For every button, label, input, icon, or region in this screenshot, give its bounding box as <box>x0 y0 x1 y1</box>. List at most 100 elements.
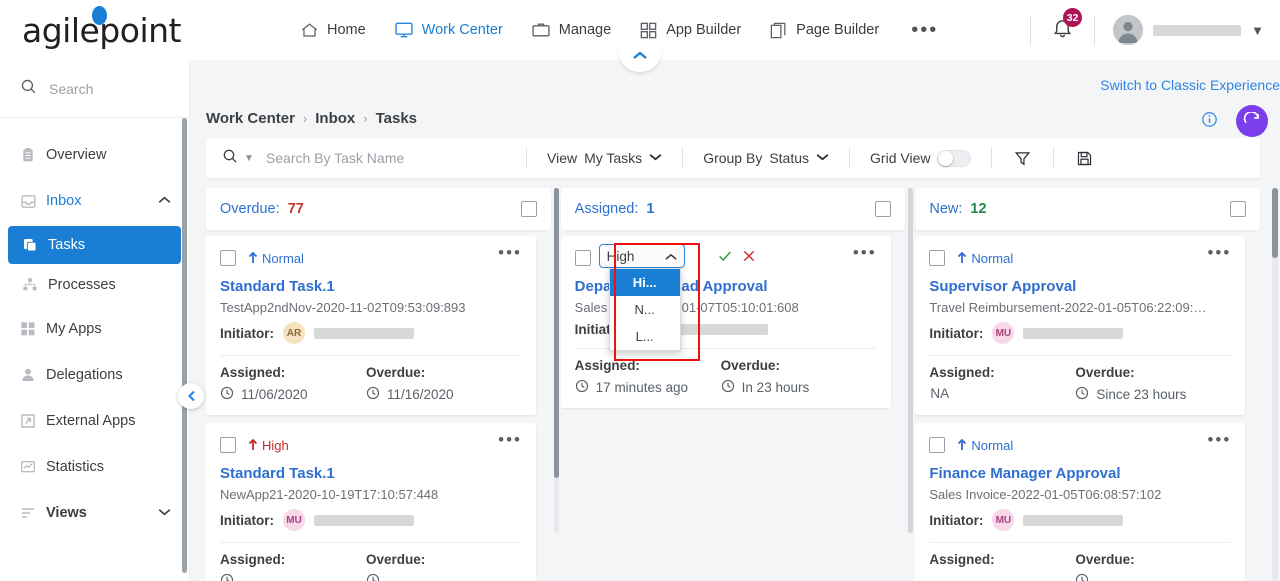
scrollbar-thumb[interactable] <box>553 188 559 478</box>
sidebar-item-statistics[interactable]: Statistics <box>0 444 189 490</box>
task-card[interactable]: Normal ••• Standard Task.1 TestApp2ndNov… <box>206 236 536 415</box>
priority-option-low[interactable]: L... <box>610 323 680 350</box>
switch-to-classic-link[interactable]: Switch to Classic Experience <box>1100 77 1280 93</box>
column-select-checkbox-new[interactable] <box>1230 201 1247 217</box>
initiator-name-redacted <box>314 514 414 526</box>
task-title[interactable]: Standard Task.1 <box>220 278 522 295</box>
search-scope-chevron-icon[interactable]: ▼ <box>244 153 254 164</box>
column-body-assigned[interactable]: ••• Department Head Approval Sales Order… <box>560 236 906 581</box>
nav-item-manage[interactable]: Manage <box>517 0 625 60</box>
assigned-value-row: 17 minutes ago <box>575 379 721 396</box>
check-icon[interactable] <box>717 248 733 269</box>
sidebar-item-overview[interactable]: Overview <box>0 132 189 178</box>
nav-item-home[interactable]: Home <box>286 0 380 60</box>
initiator-label: Initiator: <box>929 512 984 528</box>
sidebar-item-inbox[interactable]: Inbox <box>0 178 189 224</box>
column-scrollbar-assigned[interactable] <box>908 188 914 533</box>
column-title-assigned: Assigned: 1 <box>575 201 655 217</box>
filter-button[interactable] <box>992 150 1053 167</box>
column-scrollbar-overdue[interactable] <box>553 188 559 533</box>
card-divider <box>929 542 1232 543</box>
grid-view-toggle-group[interactable]: Grid View <box>850 149 991 167</box>
task-title[interactable]: Standard Task.1 <box>220 465 522 482</box>
chevron-down-views-icon[interactable] <box>158 507 171 519</box>
sidebar-label-processes: Processes <box>48 277 116 293</box>
save-button[interactable] <box>1054 150 1115 167</box>
sidebar-item-processes[interactable]: Processes <box>8 266 181 304</box>
column-select-checkbox-overdue[interactable] <box>520 201 537 217</box>
card-header: Normal ••• <box>929 431 1231 455</box>
priority-badge[interactable]: Normal <box>957 438 1013 453</box>
column-body-overdue[interactable]: Normal ••• Standard Task.1 TestApp2ndNov… <box>206 236 551 581</box>
clock-icon <box>721 379 735 396</box>
priority-label: Normal <box>262 250 304 266</box>
user-menu[interactable]: ▼ <box>1101 15 1280 45</box>
overdue-value: 11/16/2020 <box>387 387 454 402</box>
task-card[interactable]: Normal ••• Supervisor Approval Travel Re… <box>915 236 1246 415</box>
board-scrollbar[interactable] <box>1272 188 1278 581</box>
assigned-value-row: 11/06/2020 <box>220 386 366 403</box>
sidebar-item-my-apps[interactable]: My Apps <box>0 306 189 352</box>
sidebar-item-views[interactable]: Views <box>0 490 189 536</box>
agilepoint-logo[interactable]: agilepoint <box>22 6 181 47</box>
sidebar-item-tasks[interactable]: Tasks <box>8 226 181 264</box>
task-card[interactable]: High ••• Standard Task.1 NewApp21-2020-1… <box>206 423 536 581</box>
breadcrumb-tasks[interactable]: Tasks <box>376 110 417 127</box>
more-menu-button[interactable]: ••• <box>893 0 956 60</box>
task-title[interactable]: Supervisor Approval <box>929 278 1231 295</box>
refresh-button[interactable] <box>1236 105 1268 137</box>
task-initiator: Initiator: MU <box>929 509 1231 531</box>
x-icon[interactable] <box>741 248 757 269</box>
card-more-menu[interactable]: ••• <box>1207 431 1231 448</box>
priority-option-high[interactable]: Hi... <box>609 269 680 296</box>
scrollbar-thumb[interactable] <box>908 188 914 533</box>
assigned-value: NA <box>930 386 950 401</box>
column-select-checkbox-assigned[interactable] <box>875 201 892 217</box>
group-by-selector[interactable]: Group By Status <box>683 150 849 166</box>
column-count-new: 12 <box>970 201 987 217</box>
chevron-up-icon[interactable] <box>158 195 171 207</box>
task-title[interactable]: Finance Manager Approval <box>929 465 1231 482</box>
task-checkbox[interactable] <box>574 250 591 266</box>
board-scrollbar-thumb[interactable] <box>1272 188 1278 258</box>
task-checkbox[interactable] <box>220 437 236 453</box>
card-more-menu[interactable]: ••• <box>498 244 522 261</box>
card-more-menu[interactable]: ••• <box>853 244 877 261</box>
task-checkbox[interactable] <box>929 437 946 453</box>
priority-badge[interactable]: High <box>248 438 289 453</box>
sidebar-scrollbar[interactable] <box>182 118 187 573</box>
sidebar-item-external-apps[interactable]: External Apps <box>0 398 189 444</box>
card-more-menu[interactable]: ••• <box>498 431 522 448</box>
clock-icon <box>220 386 234 403</box>
sidebar-collapse-button[interactable] <box>178 383 204 409</box>
info-button[interactable] <box>1201 111 1218 133</box>
card-more-menu[interactable]: ••• <box>1207 244 1231 261</box>
initiator-name-redacted <box>314 327 414 339</box>
sidebar-search-placeholder: Search <box>49 80 94 97</box>
app-root: agilepoint Home Work Center Manage App B… <box>0 0 1280 581</box>
breadcrumb-work-center[interactable]: Work Center <box>206 110 295 127</box>
priority-badge[interactable]: Normal <box>957 251 1013 266</box>
nav-item-page-builder[interactable]: Page Builder <box>755 0 893 60</box>
sidebar-label-views: Views <box>46 505 87 521</box>
task-checkbox[interactable] <box>220 250 236 266</box>
notifications-button[interactable]: 32 <box>1037 0 1088 60</box>
column-body-new[interactable]: Normal ••• Supervisor Approval Travel Re… <box>915 236 1260 581</box>
task-card[interactable]: Normal ••• Finance Manager Approval Sale… <box>915 423 1246 581</box>
priority-badge[interactable]: Normal <box>248 251 304 266</box>
search-by-task-name-field[interactable]: ▼ Search By Task Name <box>206 148 526 169</box>
task-checkbox[interactable] <box>929 250 946 266</box>
sidebar-item-delegations[interactable]: Delegations <box>0 352 189 398</box>
priority-dropdown-menu[interactable]: Hi... N... L... <box>608 268 681 351</box>
priority-option-normal[interactable]: N... <box>610 296 680 323</box>
avatar <box>1113 15 1144 45</box>
column-header-assigned: Assigned: 1 <box>560 188 906 230</box>
priority-select-box[interactable]: High <box>598 244 685 268</box>
column-count-overdue: 77 <box>287 201 304 217</box>
nav-item-work-center[interactable]: Work Center <box>380 0 517 60</box>
breadcrumb-inbox[interactable]: Inbox <box>315 110 355 127</box>
task-card[interactable]: ••• Department Head Approval Sales Order… <box>560 236 891 408</box>
sidebar-search[interactable]: Search <box>0 60 189 118</box>
view-selector[interactable]: View My Tasks <box>527 150 682 166</box>
grid-view-toggle[interactable] <box>937 149 972 167</box>
